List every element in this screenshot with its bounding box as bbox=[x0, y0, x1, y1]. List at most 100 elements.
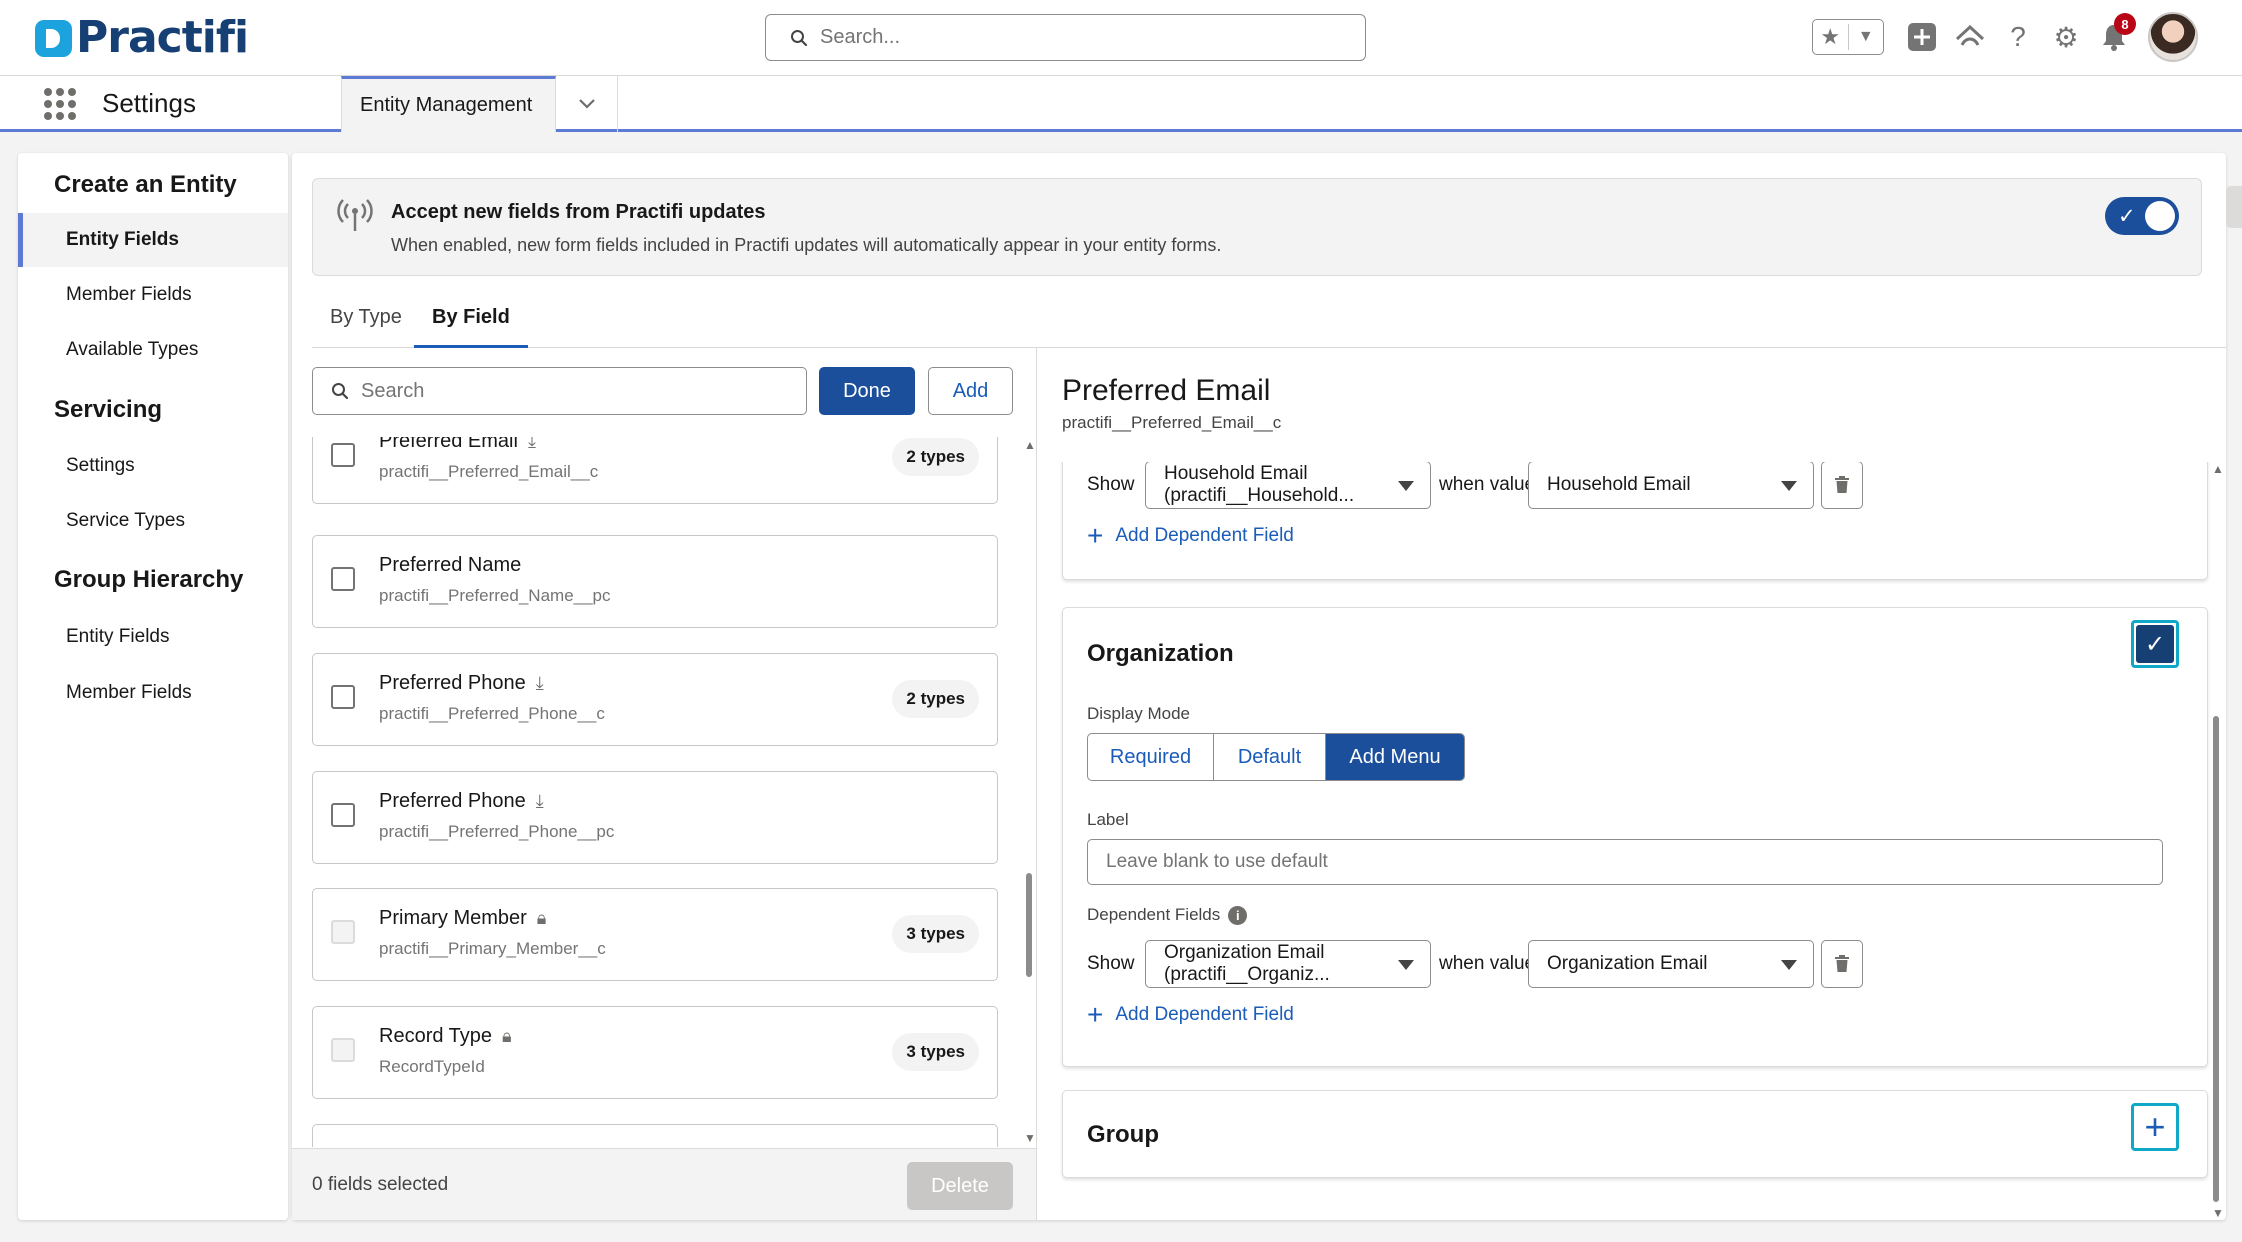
field-row-preferred-phone[interactable]: Preferred Phone ⤓ practifi__Preferred_Pho… bbox=[312, 653, 998, 746]
display-mode-required[interactable]: Required bbox=[1088, 734, 1214, 780]
download-icon: ⤓ bbox=[535, 673, 544, 693]
field-api-name: practifi__Preferred_Phone__c bbox=[379, 704, 605, 723]
side-panel-handle[interactable] bbox=[2226, 186, 2242, 228]
column-divider bbox=[1036, 348, 1037, 1220]
entity-card-title: Group bbox=[1087, 1121, 1159, 1148]
field-name: Primary Member 🔒︎ bbox=[379, 907, 546, 930]
field-api-name: practifi__Preferred_Phone__pc bbox=[379, 822, 615, 841]
field-list-scrollbar[interactable] bbox=[1026, 873, 1032, 977]
field-checkbox[interactable] bbox=[331, 567, 355, 591]
sidebar-item-servicing-settings[interactable]: Settings bbox=[18, 439, 288, 493]
tab-entity-management[interactable]: Entity Management bbox=[341, 76, 556, 132]
scroll-up-arrow-icon[interactable]: ▲ bbox=[1024, 438, 1036, 452]
sidebar-item-service-types[interactable]: Service Types bbox=[18, 494, 288, 548]
field-checkbox[interactable] bbox=[331, 685, 355, 709]
tab-by-type[interactable]: By Type bbox=[312, 306, 420, 348]
sidebar-item-member-fields[interactable]: Member Fields bbox=[18, 268, 288, 322]
detail-field-api-name: practifi__Preferred_Email__c bbox=[1062, 413, 1282, 432]
sidebar-item-entity-fields[interactable]: Entity Fields bbox=[18, 213, 288, 267]
delete-dependent-trash-icon[interactable] bbox=[1821, 462, 1863, 509]
field-row-next[interactable] bbox=[312, 1124, 998, 1147]
entity-card-group: Group + bbox=[1062, 1090, 2208, 1178]
banner-title: Accept new fields from Practifi updates bbox=[391, 201, 766, 223]
global-search-input[interactable]: Search... bbox=[765, 14, 1366, 61]
field-name-text: Record Type bbox=[379, 1025, 493, 1047]
star-icon[interactable]: ★ bbox=[1813, 24, 1849, 50]
tab-menu-chevron-down-icon[interactable] bbox=[556, 76, 618, 132]
sidebar-item-available-types[interactable]: Available Types bbox=[18, 323, 288, 377]
field-name-text: Preferred Phone bbox=[379, 672, 526, 694]
info-icon[interactable]: i bbox=[1228, 905, 1248, 925]
detail-panel-scrollbar[interactable] bbox=[2213, 716, 2219, 1202]
dependent-value-select[interactable]: Household Email bbox=[1528, 462, 1814, 509]
trailhead-icon[interactable] bbox=[1952, 19, 1988, 55]
user-avatar[interactable] bbox=[2148, 12, 2198, 62]
field-row-preferred-phone-pc[interactable]: Preferred Phone ⤓ practifi__Preferred_Pho… bbox=[312, 771, 998, 864]
detail-field-title: Preferred Email bbox=[1062, 374, 1271, 407]
sidebar-item-group-entity-fields[interactable]: Entity Fields bbox=[18, 610, 288, 664]
organization-enable-checkbox[interactable]: ✓ bbox=[2131, 620, 2179, 668]
chevron-down-icon[interactable]: ▼ bbox=[1849, 28, 1884, 46]
dependent-value-select[interactable]: Organization Email bbox=[1528, 940, 1814, 988]
types-badge: 2 types bbox=[892, 438, 979, 476]
global-header: Practifi Search... ★ ▼ ? ⚙ 8 bbox=[0, 0, 2242, 76]
delete-dependent-trash-icon[interactable] bbox=[1821, 940, 1863, 988]
dependent-field-select[interactable]: Organization Email (practifi__Organiz... bbox=[1145, 940, 1431, 988]
navigation-bar: Settings Entity Management bbox=[0, 76, 2242, 132]
help-icon[interactable]: ? bbox=[2000, 19, 2036, 55]
field-row-preferred-name[interactable]: Preferred Name practifi__Preferred_Name_… bbox=[312, 535, 998, 628]
label-input[interactable]: Leave blank to use default bbox=[1087, 839, 2163, 885]
lock-icon: 🔒︎ bbox=[502, 1026, 512, 1046]
show-label: Show bbox=[1087, 474, 1135, 495]
settings-sidebar: Create an Entity Entity Fields Member Fi… bbox=[18, 153, 288, 1220]
field-search-input[interactable]: Search bbox=[312, 367, 807, 415]
scroll-down-arrow-icon[interactable]: ▼ bbox=[2212, 1206, 2224, 1220]
display-mode-add-menu[interactable]: Add Menu bbox=[1326, 734, 1464, 780]
add-dependent-field-label: Add Dependent Field bbox=[1115, 525, 1294, 546]
add-icon[interactable] bbox=[1904, 19, 1940, 55]
field-checkbox[interactable] bbox=[331, 803, 355, 827]
field-row-primary-member[interactable]: Primary Member 🔒︎ practifi__Primary_Membe… bbox=[312, 888, 998, 981]
header-utility-icons: ★ ▼ ? ⚙ 8 bbox=[1812, 12, 2198, 62]
global-search-placeholder: Search... bbox=[820, 26, 901, 48]
entity-card-title: Organization bbox=[1087, 640, 1234, 667]
tab-by-field[interactable]: By Field bbox=[414, 306, 528, 348]
dependent-field-select[interactable]: Household Email (practifi__Household... bbox=[1145, 462, 1431, 509]
display-mode-default[interactable]: Default bbox=[1214, 734, 1326, 780]
add-button[interactable]: Add bbox=[928, 367, 1013, 415]
sidebar-heading-group-hierarchy: Group Hierarchy bbox=[54, 566, 244, 593]
field-row-preferred-email[interactable]: Preferred Email ⤓ practifi__Preferred_Ema… bbox=[312, 437, 998, 504]
practifi-logo[interactable]: Practifi bbox=[35, 14, 249, 62]
display-mode-segmented-control: Required Default Add Menu bbox=[1087, 733, 1465, 781]
group-add-plus-icon[interactable]: + bbox=[2131, 1103, 2179, 1151]
check-icon: ✓ bbox=[2118, 205, 2136, 228]
gear-icon[interactable]: ⚙ bbox=[2048, 19, 2084, 55]
dependent-field-select-value: Household Email (practifi__Household... bbox=[1164, 463, 1355, 506]
field-row-record-type[interactable]: Record Type 🔒︎ RecordTypeId 3 types bbox=[312, 1006, 998, 1099]
favorites-button-group[interactable]: ★ ▼ bbox=[1812, 19, 1884, 55]
show-label: Show bbox=[1087, 953, 1135, 974]
accept-updates-toggle[interactable]: ✓ bbox=[2105, 197, 2179, 235]
dependent-value-select-value: Organization Email bbox=[1547, 953, 1708, 974]
dependent-fields-heading: Dependent Fields i bbox=[1087, 905, 1248, 925]
sidebar-heading-servicing: Servicing bbox=[54, 396, 163, 423]
delete-button: Delete bbox=[907, 1162, 1013, 1210]
types-badge: 3 types bbox=[892, 915, 979, 953]
app-launcher-icon[interactable] bbox=[44, 88, 76, 120]
add-dependent-field-label: Add Dependent Field bbox=[1115, 1004, 1294, 1025]
bell-icon[interactable]: 8 bbox=[2096, 13, 2136, 55]
download-icon: ⤓ bbox=[527, 437, 536, 451]
sidebar-heading-create-entity: Create an Entity bbox=[54, 171, 237, 198]
done-button[interactable]: Done bbox=[819, 367, 915, 415]
add-dependent-field-link[interactable]: + Add Dependent Field bbox=[1087, 522, 1294, 550]
field-checkbox-disabled bbox=[331, 1038, 355, 1062]
scroll-down-arrow-icon[interactable]: ▼ bbox=[1024, 1131, 1036, 1145]
field-checkbox[interactable] bbox=[331, 443, 355, 467]
scroll-up-arrow-icon[interactable]: ▲ bbox=[2212, 462, 2224, 476]
field-name-text: Primary Member bbox=[379, 907, 527, 929]
dropdown-caret-icon bbox=[1398, 960, 1414, 970]
field-api-name: practifi__Preferred_Email__c bbox=[379, 462, 599, 481]
sidebar-item-group-member-fields[interactable]: Member Fields bbox=[18, 666, 288, 720]
download-icon: ⤓ bbox=[535, 791, 544, 811]
add-dependent-field-link[interactable]: + Add Dependent Field bbox=[1087, 1001, 1294, 1029]
